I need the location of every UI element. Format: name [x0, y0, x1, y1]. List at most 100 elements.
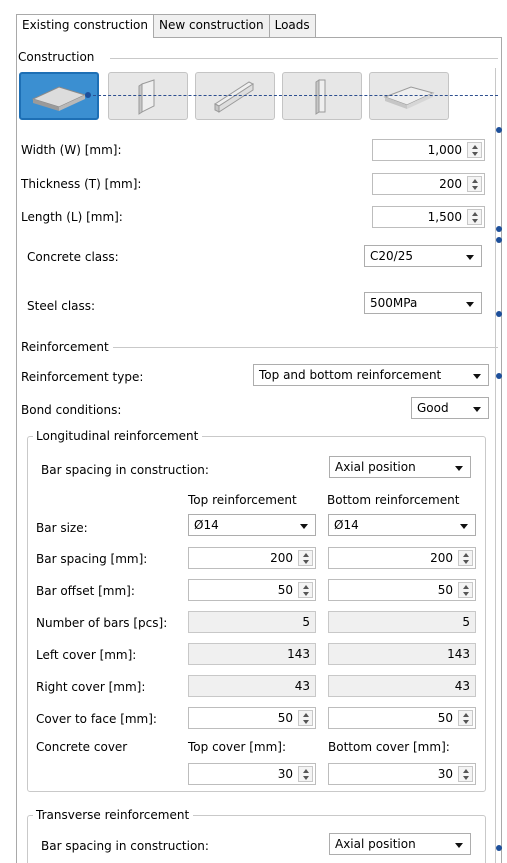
trans-spacing-in-value: Axial position: [335, 837, 416, 851]
bar-size-bottom-value: Ø14: [334, 518, 359, 532]
long-spacing-in-label: Bar spacing in construction:: [41, 463, 209, 477]
bar-spacing-top-field[interactable]: 200: [188, 547, 316, 569]
spin-arrows-icon[interactable]: [298, 710, 313, 726]
guide-dot: [496, 373, 502, 379]
bar-spacing-top-value: 200: [270, 551, 293, 565]
reinforcement-type-select[interactable]: Top and bottom reinforcement: [253, 364, 489, 386]
spin-arrows-icon[interactable]: [298, 582, 313, 598]
steel-class-label: Steel class:: [27, 299, 96, 313]
group-title-construction: Construction: [18, 50, 99, 64]
bottom-cover-field[interactable]: 30: [328, 763, 476, 785]
guide-dot: [496, 845, 502, 851]
bar-spacing-bottom-field[interactable]: 200: [328, 547, 476, 569]
chevron-down-icon: [455, 843, 463, 848]
thickness-label: Thickness (T) [mm]:: [21, 177, 142, 191]
concrete-class-label: Concrete class:: [27, 250, 119, 264]
length-value: 1,500: [427, 210, 462, 224]
wall-diagonal-icon: [213, 81, 255, 113]
spin-arrows-icon[interactable]: [458, 766, 473, 782]
left-cover-top-field: 143: [188, 643, 316, 665]
spin-arrows-icon[interactable]: [467, 176, 482, 192]
concrete-class-value: C20/25: [370, 249, 413, 263]
spin-arrows-icon[interactable]: [458, 550, 473, 566]
spin-arrows-icon[interactable]: [467, 142, 482, 158]
width-value: 1,000: [427, 143, 462, 157]
thickness-value: 200: [439, 177, 462, 191]
spin-arrows-icon[interactable]: [458, 582, 473, 598]
reinforcement-type-value: Top and bottom reinforcement: [259, 368, 442, 382]
tab-existing-construction[interactable]: Existing construction: [16, 14, 154, 38]
chevron-down-icon: [460, 524, 468, 529]
bar-offset-bottom-value: 50: [437, 583, 453, 597]
spin-arrows-icon[interactable]: [298, 766, 313, 782]
bar-spacing-label: Bar spacing [mm]:: [36, 552, 148, 566]
wall-panel-icon: [138, 79, 155, 115]
cover-face-top-value: 50: [277, 711, 293, 725]
guide-dot: [496, 226, 502, 232]
cover-face-bottom-value: 50: [437, 711, 453, 725]
reinforcement-type-label: Reinforcement type:: [21, 370, 144, 384]
thickness-field[interactable]: 200: [372, 173, 485, 195]
shape-button-wall[interactable]: [108, 72, 188, 120]
bottom-cover-value: 30: [437, 767, 453, 781]
left-cover-bottom-value: 143: [447, 647, 470, 661]
right-cover-top-value: 43: [294, 679, 310, 693]
concrete-class-select[interactable]: C20/25: [364, 245, 482, 267]
left-cover-label: Left cover [mm]:: [36, 648, 137, 662]
top-cover-field[interactable]: 30: [188, 763, 316, 785]
bar-offset-bottom-field[interactable]: 50: [328, 579, 476, 601]
long-spacing-in-select[interactable]: Axial position: [329, 456, 471, 478]
guide-line: [88, 95, 498, 96]
long-spacing-in-value: Axial position: [335, 460, 416, 474]
slab-inclined-icon: [383, 86, 435, 109]
spin-arrows-icon[interactable]: [298, 550, 313, 566]
bond-conditions-label: Bond conditions:: [21, 403, 122, 417]
col-top-header: Top reinforcement: [188, 493, 297, 507]
trans-spacing-in-label: Bar spacing in construction:: [41, 839, 209, 853]
bar-size-label: Bar size:: [36, 521, 88, 535]
shape-button-wall-diagonal[interactable]: [195, 72, 275, 120]
length-field[interactable]: 1,500: [372, 206, 485, 228]
top-cover-value: 30: [277, 767, 293, 781]
left-cover-top-value: 143: [287, 647, 310, 661]
bar-offset-top-field[interactable]: 50: [188, 579, 316, 601]
shape-button-column[interactable]: [282, 72, 362, 120]
width-label: Width (W) [mm]:: [21, 143, 122, 157]
right-cover-top-field: 43: [188, 675, 316, 697]
bar-size-bottom-select[interactable]: Ø14: [328, 514, 476, 536]
bond-conditions-select[interactable]: Good: [411, 397, 489, 419]
concrete-cover-label: Concrete cover: [36, 740, 128, 754]
bond-conditions-value: Good: [417, 401, 449, 415]
width-field[interactable]: 1,000: [372, 139, 485, 161]
bottom-cover-label: Bottom cover [mm]:: [328, 740, 450, 754]
guide-dot: [496, 311, 502, 317]
guide-dot: [85, 92, 91, 98]
group-title-longitudinal: Longitudinal reinforcement: [33, 429, 203, 443]
cover-face-bottom-field[interactable]: 50: [328, 707, 476, 729]
scrollbar[interactable]: [495, 68, 496, 863]
bar-offset-top-value: 50: [277, 583, 293, 597]
group-divider: [110, 58, 498, 59]
chevron-down-icon: [455, 466, 463, 471]
right-cover-label: Right cover [mm]:: [36, 680, 146, 694]
shape-button-inclined-slab[interactable]: [369, 72, 449, 120]
chevron-down-icon: [473, 374, 481, 379]
right-cover-bottom-value: 43: [454, 679, 470, 693]
chevron-down-icon: [466, 302, 474, 307]
tab-loads[interactable]: Loads: [268, 14, 316, 37]
chevron-down-icon: [473, 407, 481, 412]
top-cover-label: Top cover [mm]:: [188, 740, 287, 754]
tab-new-construction[interactable]: New construction: [152, 14, 270, 37]
steel-class-value: 500MPa: [370, 296, 418, 310]
group-divider: [112, 347, 498, 348]
trans-spacing-in-select[interactable]: Axial position: [329, 833, 471, 855]
spin-arrows-icon[interactable]: [467, 209, 482, 225]
bar-size-top-select[interactable]: Ø14: [188, 514, 316, 536]
cover-face-top-field[interactable]: 50: [188, 707, 316, 729]
steel-class-select[interactable]: 500MPa: [364, 292, 482, 314]
num-bars-bottom-value: 5: [462, 615, 470, 629]
num-bars-top-field: 5: [188, 611, 316, 633]
left-cover-bottom-field: 143: [328, 643, 476, 665]
spin-arrows-icon[interactable]: [458, 710, 473, 726]
bar-offset-label: Bar offset [mm]:: [36, 584, 135, 598]
